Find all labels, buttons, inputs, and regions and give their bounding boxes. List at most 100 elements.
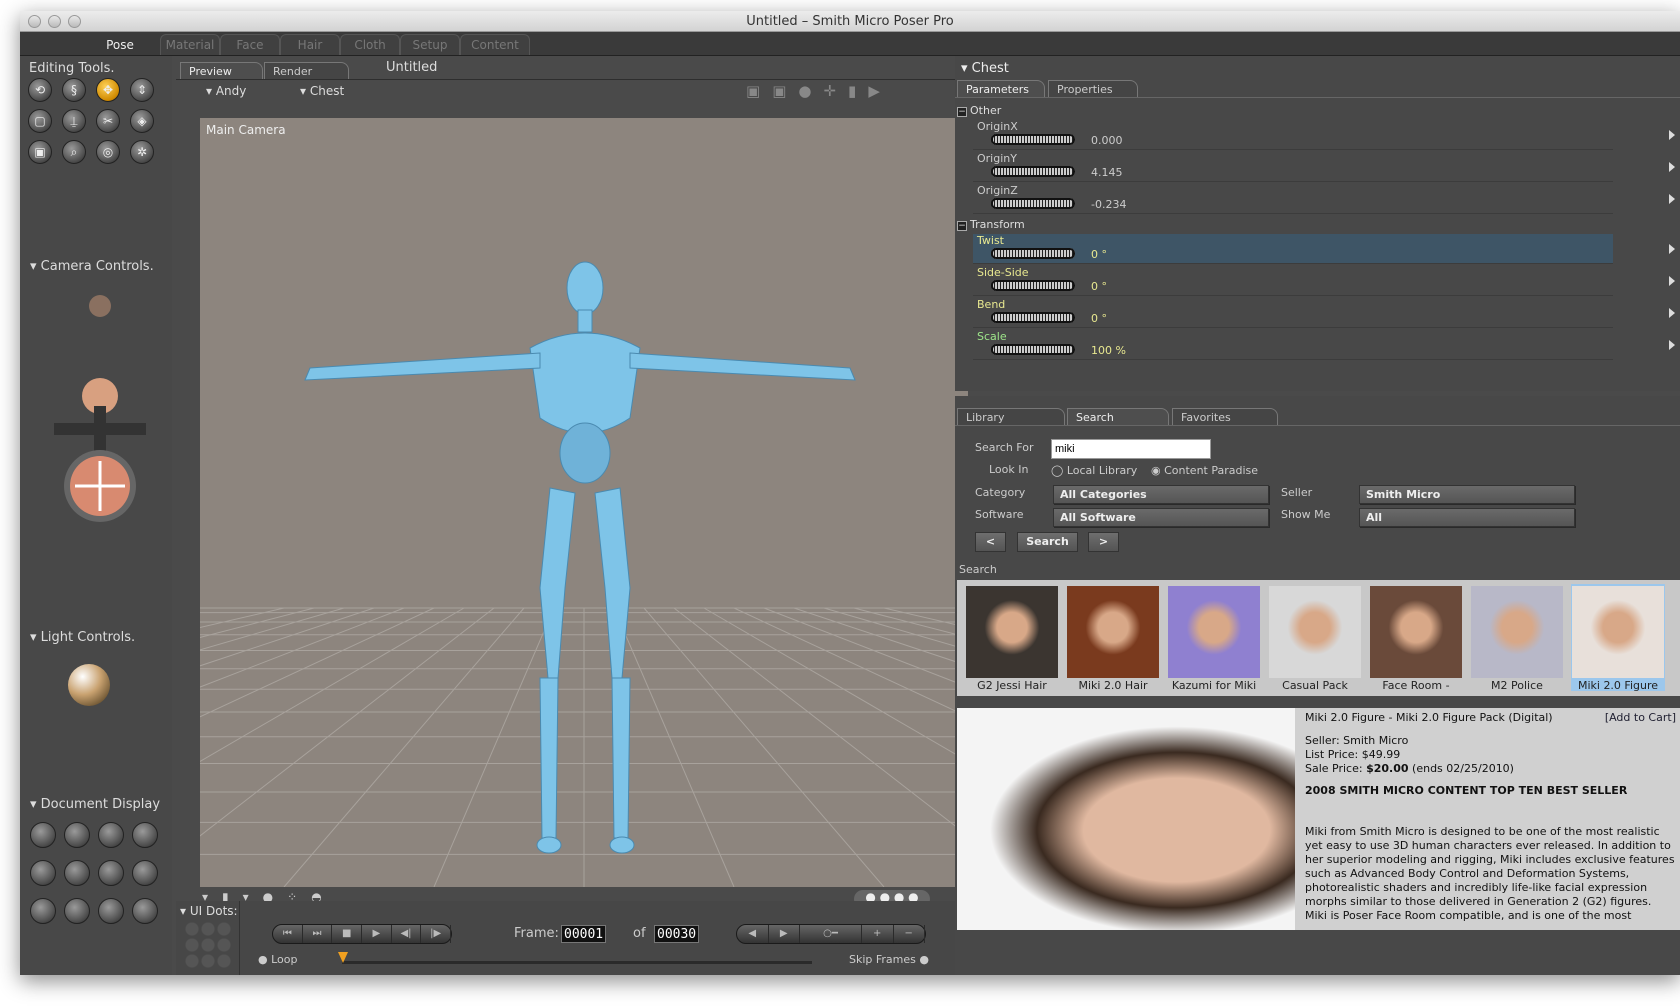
view-magnifier-icon[interactable]: ⌕ <box>62 140 86 164</box>
room-tab-setup[interactable]: Setup <box>400 34 460 55</box>
display-style-button[interactable] <box>98 822 124 848</box>
timeline-handle[interactable] <box>338 952 348 963</box>
tab-render[interactable]: Render <box>264 62 349 79</box>
scale-icon[interactable]: ▢ <box>28 109 52 133</box>
room-tab-hair[interactable]: Hair <box>280 34 340 55</box>
param-menu-arrow-icon[interactable] <box>1669 130 1675 140</box>
result-thumbnail[interactable]: Miki 2.0 Figure <box>1571 584 1665 692</box>
room-tab-face[interactable]: Face <box>220 34 280 55</box>
grouping-icon[interactable]: ▣ <box>28 140 52 164</box>
result-thumbnail[interactable]: Kazumi for Miki <box>1167 584 1261 692</box>
param-menu-arrow-icon[interactable] <box>1669 244 1675 254</box>
search-button[interactable]: Search <box>1017 532 1078 552</box>
display-style-button[interactable] <box>132 822 158 848</box>
chain-break-icon[interactable]: ✂ <box>96 109 120 133</box>
minimize-button[interactable] <box>48 15 61 28</box>
content-paradise-radio[interactable]: ◉ Content Paradise <box>1151 464 1258 477</box>
direct-manipulation-icon[interactable]: ✲ <box>130 140 154 164</box>
param-side-side[interactable]: Side-Side 0 ° <box>973 266 1675 296</box>
param-menu-arrow-icon[interactable] <box>1669 308 1675 318</box>
figure-model[interactable] <box>200 118 968 887</box>
param-menu-arrow-icon[interactable] <box>1669 194 1675 204</box>
display-style-button[interactable] <box>132 898 158 924</box>
show-me-select[interactable]: All <box>1359 508 1575 527</box>
tab-library[interactable]: Library <box>957 408 1065 425</box>
zoom-button[interactable] <box>68 15 81 28</box>
result-thumbnail[interactable]: M2 Police <box>1470 584 1564 692</box>
result-thumbnail[interactable]: Miki 2.0 Hair <box>1066 584 1160 692</box>
tab-favorites[interactable]: Favorites <box>1172 408 1278 425</box>
param-originx[interactable]: OriginX 0.000 <box>973 120 1675 150</box>
next-page-button[interactable]: > <box>1088 532 1119 552</box>
room-tab-pose[interactable]: Pose <box>80 34 160 55</box>
skip-frames-toggle[interactable]: Skip Frames ● <box>849 953 929 966</box>
ui-dots-grid[interactable] <box>184 921 232 969</box>
display-style-button[interactable] <box>64 898 90 924</box>
software-select[interactable]: All Software <box>1053 508 1269 527</box>
current-frame-field[interactable]: 00001 <box>561 925 607 943</box>
light-controls-title[interactable]: ▾ Light Controls. <box>30 630 135 645</box>
tab-search[interactable]: Search <box>1067 408 1169 425</box>
actor-selector[interactable]: ▾ Chest <box>300 84 344 98</box>
tab-properties[interactable]: Properties <box>1048 80 1138 97</box>
param-dial[interactable] <box>991 248 1075 259</box>
morphing-tool-icon[interactable]: ◎ <box>96 140 120 164</box>
prev-page-button[interactable]: < <box>975 532 1006 552</box>
param-dial[interactable] <box>991 166 1075 177</box>
room-tab-material[interactable]: Material <box>160 34 220 55</box>
result-thumbnail[interactable]: Casual Pack <box>1268 584 1362 692</box>
close-button[interactable] <box>28 15 41 28</box>
param-dial[interactable] <box>991 198 1075 209</box>
camera-controls-title[interactable]: ▾ Camera Controls. <box>30 259 154 274</box>
display-style-button[interactable] <box>98 860 124 886</box>
color-icon[interactable]: ◈ <box>130 109 154 133</box>
tab-parameters[interactable]: Parameters <box>957 80 1045 97</box>
document-display-title[interactable]: ▾ Document Display <box>30 797 160 812</box>
translate-in-out-icon[interactable]: ⇕ <box>130 78 154 102</box>
light-sphere[interactable] <box>68 664 110 706</box>
param-dial[interactable] <box>991 312 1075 323</box>
result-thumbnail[interactable]: G2 Jessi Hair <box>965 584 1059 692</box>
display-style-button[interactable] <box>64 860 90 886</box>
room-tab-content[interactable]: Content <box>460 34 530 55</box>
search-input[interactable] <box>1051 439 1211 459</box>
param-dial[interactable] <box>991 344 1075 355</box>
ui-dots-title[interactable]: ▾ UI Dots: <box>180 904 239 918</box>
playback-buttons[interactable]: ⏮ ⏭ ■ ▶ ◀| |▶ <box>272 924 452 944</box>
param-group-other[interactable]: − Other <box>957 104 1001 117</box>
category-select[interactable]: All Categories <box>1053 485 1269 504</box>
display-style-button[interactable] <box>64 822 90 848</box>
loop-toggle[interactable]: ● Loop <box>258 953 298 966</box>
translate-icon[interactable]: ✥ <box>96 78 120 102</box>
display-style-button[interactable] <box>132 860 158 886</box>
keyframe-buttons[interactable]: ◀ ▶ ○━ + − <box>736 924 926 944</box>
result-thumbnail[interactable]: Face Room - <box>1369 584 1463 692</box>
camera-toolbar[interactable]: ▣▣●✛▮▶ <box>746 82 892 100</box>
camera-controls-widget[interactable] <box>40 281 160 531</box>
timeline-slider[interactable] <box>342 961 812 964</box>
tab-preview[interactable]: Preview <box>180 62 263 79</box>
param-dial[interactable] <box>991 280 1075 291</box>
display-style-button[interactable] <box>30 898 56 924</box>
actor-title[interactable]: ▾ Chest <box>961 61 1009 76</box>
param-menu-arrow-icon[interactable] <box>1669 162 1675 172</box>
param-twist[interactable]: Twist 0 ° <box>973 234 1675 264</box>
room-tab-cloth[interactable]: Cloth <box>340 34 400 55</box>
figure-selector[interactable]: ▾ Andy <box>206 84 246 98</box>
display-style-button[interactable] <box>30 822 56 848</box>
total-frames-field[interactable]: 00030 <box>654 925 700 943</box>
param-group-transform[interactable]: − Transform <box>957 218 1025 231</box>
taper-icon[interactable]: ⍊ <box>62 109 86 133</box>
param-menu-arrow-icon[interactable] <box>1669 276 1675 286</box>
seller-select[interactable]: Smith Micro <box>1359 485 1575 504</box>
add-to-cart-link[interactable]: [Add to Cart] <box>1605 711 1676 724</box>
viewport[interactable]: Main Camera <box>200 118 968 887</box>
twist-icon[interactable]: § <box>62 78 86 102</box>
param-bend[interactable]: Bend 0 ° <box>973 298 1675 328</box>
param-originz[interactable]: OriginZ -0.234 <box>973 184 1675 214</box>
local-library-radio[interactable]: ◯ Local Library <box>1051 464 1137 477</box>
param-menu-arrow-icon[interactable] <box>1669 340 1675 350</box>
param-originy[interactable]: OriginY 4.145 <box>973 152 1675 182</box>
display-style-button[interactable] <box>30 860 56 886</box>
param-scale[interactable]: Scale 100 % <box>973 330 1675 360</box>
